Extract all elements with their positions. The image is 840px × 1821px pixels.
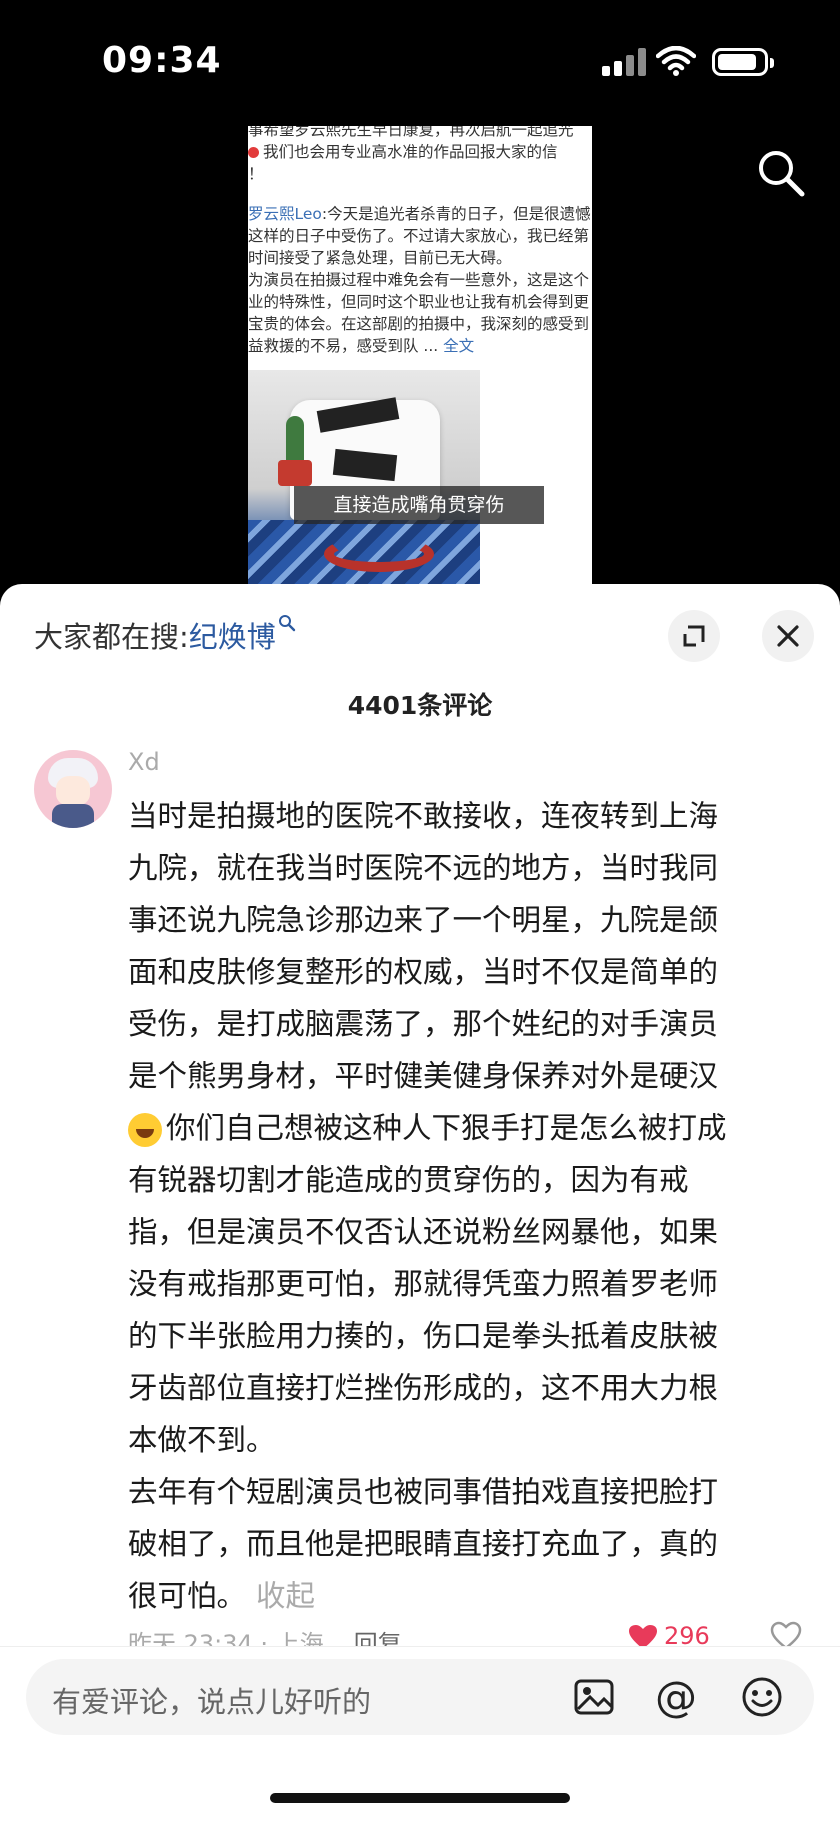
comment-line: 当时是拍摄地的医院不敢接收，连夜转到上海 bbox=[128, 799, 719, 833]
grinning-sweat-emoji-icon bbox=[128, 1112, 162, 1147]
video-text-line: 事希望罗云熙先生早日康复，再次启航一起追光 bbox=[248, 126, 574, 139]
comment-username[interactable]: Xd bbox=[128, 748, 160, 776]
comment-line: 面和皮肤修复整形的权威，当时不仅是简单的 bbox=[128, 955, 719, 989]
video-player[interactable]: 事希望罗云熙先生早日康复，再次启航一起追光 我们也会用专业高水准的作品回报大家的… bbox=[248, 126, 592, 586]
comment-line: 牙齿部位直接打烂挫伤形成的，这不用大力根 bbox=[128, 1371, 719, 1405]
at-icon[interactable]: @ bbox=[654, 1675, 698, 1719]
comment-count: 4401条评论 bbox=[347, 691, 493, 720]
video-text-line: 益救援的不易，感受到队 ... 全文 bbox=[248, 337, 475, 355]
comment-line: 指，但是演员不仅否认还说粉丝网暴他，如果 bbox=[128, 1215, 719, 1249]
comment-line: 事还说九院急诊那边来了一个明星，九院是颌 bbox=[128, 903, 719, 937]
expand-button[interactable] bbox=[668, 610, 720, 662]
comment-line: 受伤，是打成脑震荡了，那个姓纪的对手演员 bbox=[128, 1007, 719, 1041]
comment-input-bar: 有爱评论，说点儿好听的 @ bbox=[0, 1646, 840, 1821]
comment-line: 去年有个短剧演员也被同事借拍戏直接把脸打 bbox=[128, 1475, 719, 1509]
video-text-line: 罗云熙Leo:今天是追光者杀青的日子，但是很遗憾 bbox=[248, 205, 591, 223]
comment-line: 是个熊男身材，平时健美健身保养对外是硬汉 bbox=[128, 1059, 719, 1093]
wifi-icon bbox=[656, 46, 696, 76]
close-button[interactable] bbox=[762, 610, 814, 662]
status-bar: 09:34 bbox=[0, 0, 840, 120]
battery-icon bbox=[712, 48, 774, 76]
video-text-line: 宝贵的体会。在这部剧的拍摄中，我深刻的感受到 bbox=[248, 315, 590, 333]
comment-line: 九院，就在我当时医院不远的地方，当时我同 bbox=[128, 851, 719, 885]
comment-line: 破相了，而且他是把眼睛直接打充血了，真的 bbox=[128, 1527, 719, 1561]
comment-line: 没有戒指那更可怕，那就得凭蛮力照着罗老师 bbox=[128, 1267, 719, 1301]
video-text-line: 为演员在拍摄过程中难免会有一些意外，这是这个 bbox=[248, 271, 590, 289]
hot-search-keyword[interactable]: 纪焕博 bbox=[189, 620, 276, 654]
hot-search-prefix: 大家都在搜: bbox=[34, 620, 189, 654]
comment-input[interactable]: 有爱评论，说点儿好听的 @ bbox=[26, 1659, 814, 1735]
home-indicator bbox=[270, 1793, 570, 1803]
emoji-icon[interactable] bbox=[740, 1675, 784, 1719]
hot-search-bar[interactable]: 大家都在搜:纪焕博 bbox=[34, 614, 296, 656]
image-icon[interactable] bbox=[572, 1675, 616, 1719]
video-text-line: 我们也会用专业高水准的作品回报大家的信 bbox=[248, 142, 592, 163]
video-text-line: ！ bbox=[248, 165, 264, 183]
cake-photo bbox=[248, 370, 480, 586]
comment-line: 的下半张脸用力揍的，伤口是拳头抵着皮肤被 bbox=[128, 1319, 719, 1353]
comment-line: 你们自己想被这种人下狠手打是怎么被打成 bbox=[128, 1102, 800, 1154]
expand-icon bbox=[683, 625, 705, 647]
comment-line: 很可怕。 收起 bbox=[128, 1579, 316, 1613]
red-dot-icon bbox=[248, 147, 259, 158]
collapse-link[interactable]: 收起 bbox=[256, 1579, 315, 1613]
comment-sheet: 大家都在搜:纪焕博 4401条评论 Xd 当时是拍摄地的医院不敢接收，连夜转到上… bbox=[0, 584, 840, 1821]
search-icon[interactable] bbox=[756, 148, 806, 198]
video-text-line: 这样的日子中受伤了。不过请大家放心，我已经第 bbox=[248, 227, 590, 245]
video-text-line: 时间接受了紧急处理，目前已无大碍。 bbox=[248, 249, 512, 267]
avatar[interactable] bbox=[34, 750, 112, 828]
comment-input-placeholder: 有爱评论，说点儿好听的 bbox=[52, 1685, 372, 1719]
comment-line: 本做不到。 bbox=[128, 1423, 276, 1457]
comment-text: 当时是拍摄地的医院不敢接收，连夜转到上海 九院，就在我当时医院不远的地方，当时我… bbox=[128, 790, 800, 1622]
full-text-link[interactable]: 全文 bbox=[443, 337, 474, 355]
video-text-line: 业的特殊性，但同时这个职业也让我有机会得到更 bbox=[248, 293, 590, 311]
close-icon bbox=[777, 625, 799, 647]
small-search-icon bbox=[278, 614, 296, 637]
video-subtitle: 直接造成嘴角贯穿伤 bbox=[294, 486, 544, 524]
cellular-signal-icon bbox=[602, 48, 646, 76]
status-time: 09:34 bbox=[102, 40, 222, 81]
comment-line: 有锐器切割才能造成的贯穿伤的，因为有戒 bbox=[128, 1163, 689, 1197]
